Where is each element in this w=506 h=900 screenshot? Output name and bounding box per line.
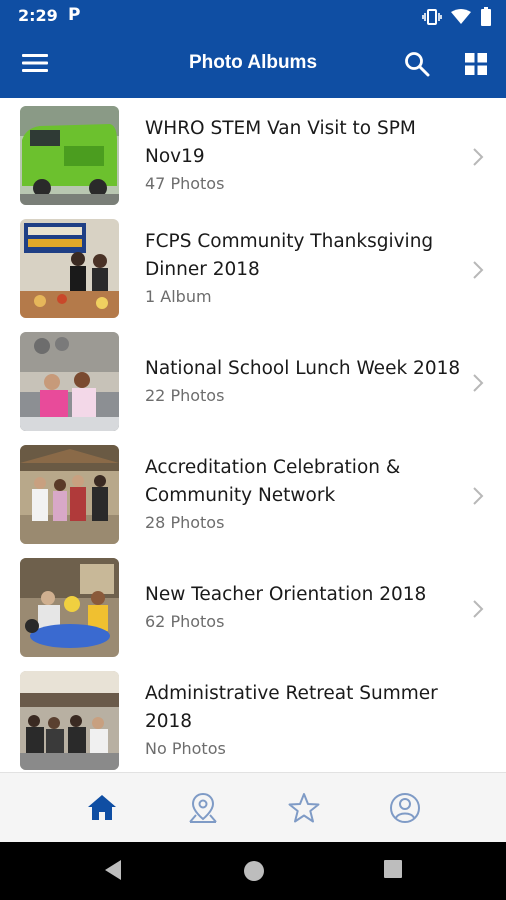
album-count: 62 Photos	[145, 612, 225, 631]
search-icon[interactable]	[404, 51, 430, 77]
system-nav-bar	[0, 842, 506, 900]
chevron-right-icon	[473, 600, 484, 618]
page-title: Photo Albums	[188, 52, 318, 73]
album-count: 47 Photos	[145, 174, 225, 193]
album-thumbnail	[20, 671, 119, 770]
chevron-right-icon	[473, 148, 484, 166]
notification-p-icon: P	[68, 5, 81, 25]
album-row[interactable]: Accreditation Celebration & Community Ne…	[0, 437, 506, 550]
recents-icon[interactable]	[383, 859, 403, 879]
album-thumbnail	[20, 219, 119, 318]
album-thumbnail	[20, 445, 119, 544]
album-title-line2: Dinner 2018	[145, 259, 260, 280]
album-text: Administrative Retreat Summer 2018 No Ph…	[145, 680, 465, 762]
album-text: National School Lunch Week 2018 22 Photo…	[145, 355, 465, 409]
album-title: Administrative Retreat Summer	[145, 683, 438, 704]
wifi-icon	[451, 8, 471, 24]
map-pin-icon[interactable]	[186, 791, 220, 825]
album-row[interactable]: National School Lunch Week 2018 22 Photo…	[0, 324, 506, 437]
status-icons	[422, 7, 492, 26]
album-title: Accreditation Celebration &	[145, 457, 401, 478]
album-row[interactable]: Administrative Retreat Summer 2018 No Ph…	[0, 663, 506, 772]
status-bar: 2:29 P	[0, 0, 506, 32]
album-thumbnail	[20, 106, 119, 205]
home-icon[interactable]	[85, 791, 119, 825]
back-icon[interactable]	[103, 859, 123, 881]
grid-view-icon[interactable]	[464, 52, 488, 76]
album-count: 22 Photos	[145, 386, 225, 405]
status-time: 2:29	[18, 6, 58, 25]
album-count: 28 Photos	[145, 513, 225, 532]
album-row[interactable]: New Teacher Orientation 2018 62 Photos	[0, 550, 506, 663]
chevron-right-icon	[473, 374, 484, 392]
album-text: Accreditation Celebration & Community Ne…	[145, 454, 465, 536]
album-title: WHRO STEM Van Visit to SPM	[145, 118, 416, 139]
album-title-line2: Community Network	[145, 485, 336, 506]
album-thumbnail	[20, 558, 119, 657]
bottom-nav	[0, 772, 506, 842]
vibrate-icon	[422, 8, 442, 25]
album-count: 1 Album	[145, 287, 212, 306]
battery-icon	[481, 7, 491, 26]
star-icon[interactable]	[287, 791, 321, 825]
album-thumbnail	[20, 332, 119, 431]
app-bar: Photo Albums	[0, 32, 506, 98]
chevron-right-icon	[473, 487, 484, 505]
chevron-right-icon	[473, 261, 484, 279]
album-title-line2: 2018	[145, 711, 193, 732]
album-text: FCPS Community Thanksgiving Dinner 2018 …	[145, 228, 465, 310]
album-list: WHRO STEM Van Visit to SPM Nov19 47 Phot…	[0, 98, 506, 772]
album-text: New Teacher Orientation 2018 62 Photos	[145, 581, 465, 635]
album-title-line2: Nov19	[145, 146, 205, 167]
profile-icon[interactable]	[388, 791, 422, 825]
album-row[interactable]: FCPS Community Thanksgiving Dinner 2018 …	[0, 211, 506, 324]
album-text: WHRO STEM Van Visit to SPM Nov19 47 Phot…	[145, 115, 465, 197]
album-count: No Photos	[145, 739, 226, 758]
album-title: National School Lunch Week 2018	[145, 358, 461, 379]
home-button-icon[interactable]	[242, 859, 266, 883]
album-title: New Teacher Orientation 2018	[145, 584, 427, 605]
album-title: FCPS Community Thanksgiving	[145, 231, 434, 252]
album-row[interactable]: WHRO STEM Van Visit to SPM Nov19 47 Phot…	[0, 98, 506, 211]
